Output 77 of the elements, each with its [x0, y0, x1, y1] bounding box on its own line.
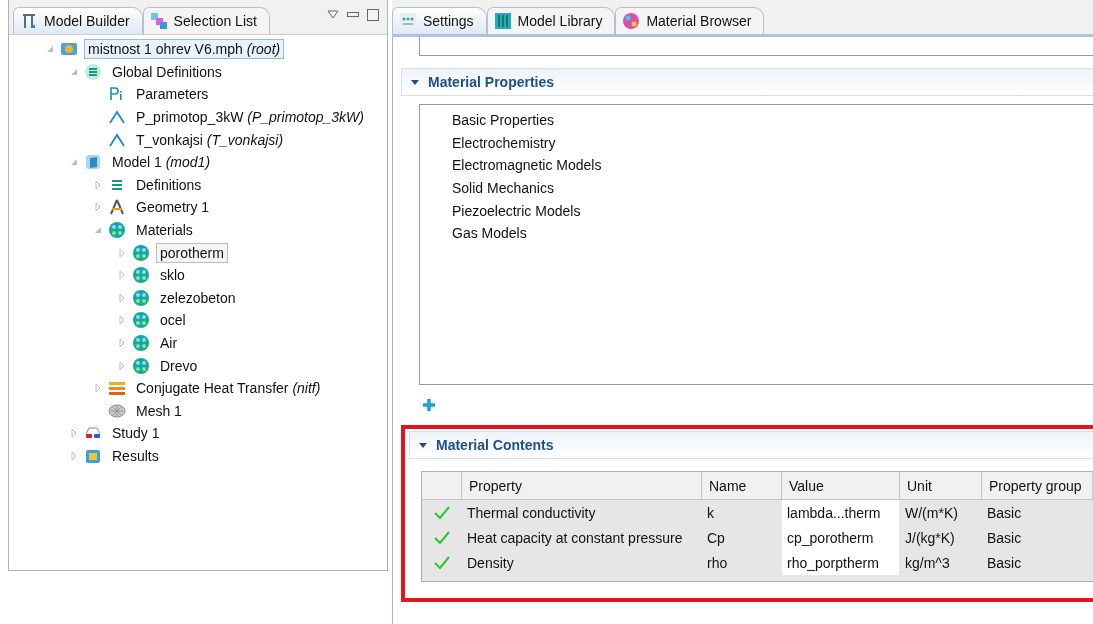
expand-icon[interactable] [117, 247, 127, 258]
check-icon [434, 530, 450, 545]
cube-icon [84, 153, 102, 172]
value-field[interactable]: rho_porptherm [782, 550, 900, 575]
tree-item[interactable]: Definitions [132, 174, 206, 195]
tree-item[interactable]: sklo [156, 265, 189, 286]
maximize-icon[interactable] [367, 9, 379, 21]
section-header[interactable]: Material Contents [409, 431, 1093, 459]
tree-item[interactable]: mistnost 1 ohrev V6.mph (root) [84, 39, 285, 60]
mesh-icon [108, 401, 126, 420]
material-icon [132, 311, 150, 330]
panel-tab[interactable]: Model Builder [13, 7, 143, 34]
material-icon [132, 288, 150, 307]
expand-icon[interactable] [69, 451, 79, 461]
expand-icon[interactable] [93, 179, 103, 190]
results-icon [84, 447, 102, 465]
collapse-icon[interactable] [410, 77, 420, 87]
expand-icon[interactable] [117, 315, 127, 326]
panel-tab[interactable]: Model Library [486, 7, 616, 34]
material-icon [132, 334, 150, 352]
tree-item[interactable]: ocel [156, 310, 190, 331]
tree-item[interactable]: Mesh 1 [132, 400, 186, 421]
list-icon [84, 62, 102, 81]
list-item[interactable]: Electromagnetic Models [452, 154, 1093, 177]
check-icon [434, 555, 450, 570]
list-item[interactable]: Solid Mechanics [452, 176, 1093, 200]
material-icon [132, 266, 150, 285]
list-item[interactable]: Gas Models [452, 221, 1093, 245]
expand-icon[interactable] [117, 270, 127, 281]
tree-item[interactable]: P_primotop_3kW (P_primotop_3kW) [132, 107, 368, 128]
tree-item[interactable]: Drevo [156, 355, 202, 376]
tree-item[interactable]: Global Definitions [108, 61, 226, 82]
column-header[interactable]: Property [462, 472, 702, 500]
material-icon [622, 12, 641, 30]
tree-item[interactable]: Results [108, 446, 163, 466]
heat-layers-icon [108, 379, 126, 398]
list-item[interactable]: Basic Properties [452, 109, 1093, 132]
panel-tab[interactable]: Material Browser [615, 7, 765, 34]
collapse-icon[interactable] [418, 440, 428, 450]
section-header[interactable]: Material Properties [401, 68, 1093, 96]
tree-item[interactable]: Model 1 (mod1) [108, 152, 215, 173]
panel-tab[interactable]: Settings [392, 7, 487, 34]
selection-icon [149, 12, 168, 30]
material-icon [132, 243, 150, 262]
expand-icon[interactable] [117, 338, 127, 348]
expand-icon[interactable] [93, 202, 103, 213]
tree-item[interactable]: zelezobeton [156, 287, 240, 308]
column-header[interactable]: Unit [900, 472, 982, 500]
list-item[interactable]: Electrochemistry [452, 131, 1093, 155]
check-icon [434, 505, 450, 520]
view-menu-icon[interactable] [327, 10, 339, 20]
tree-icon [20, 12, 38, 30]
tree-item[interactable]: Study 1 [108, 423, 164, 444]
list-item[interactable]: Piezoelectric Models [452, 199, 1093, 222]
compass-icon [108, 198, 126, 217]
material-icon [108, 221, 126, 240]
tree-item[interactable]: Materials [132, 220, 197, 241]
expand-icon[interactable] [117, 360, 127, 371]
value-field[interactable]: cp_porotherm [782, 525, 900, 550]
tree-item[interactable]: Air [156, 333, 182, 353]
tree-item[interactable]: Parameters [132, 84, 213, 105]
column-header[interactable]: Property group [982, 472, 1093, 500]
value-field[interactable]: lambda...therm [782, 500, 900, 525]
minimize-icon[interactable] [347, 12, 359, 18]
tree-item[interactable]: Conjugate Heat Transfer (nitf) [132, 378, 325, 399]
column-header[interactable]: Name [702, 472, 782, 500]
expand-icon[interactable] [93, 383, 103, 394]
library-icon [493, 12, 512, 30]
expand-icon[interactable] [69, 428, 79, 439]
plus-icon [421, 397, 437, 413]
tree-item[interactable]: Geometry 1 [132, 197, 214, 218]
tree-item[interactable]: T_vonkajsi (T_vonkajsi) [132, 129, 288, 150]
panel-tab[interactable]: Selection List [142, 7, 270, 34]
column-header[interactable]: Value [782, 472, 900, 500]
expand-icon[interactable] [117, 292, 127, 303]
tree-item[interactable]: porotherm [156, 242, 228, 263]
material-icon [132, 356, 150, 375]
